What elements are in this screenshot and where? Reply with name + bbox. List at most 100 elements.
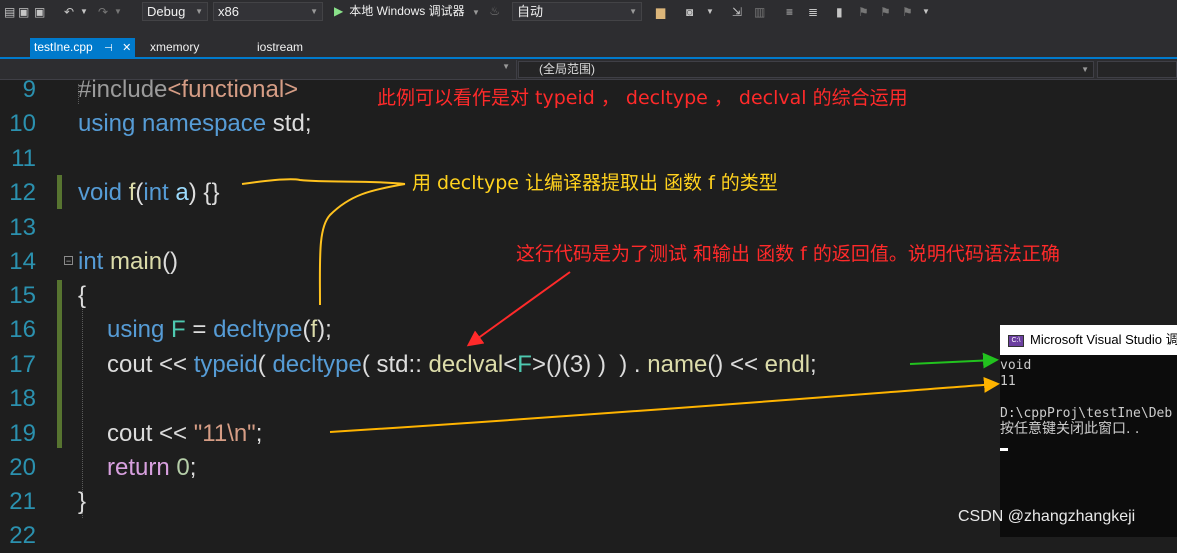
dropdown-icon[interactable]: ▼	[706, 3, 714, 21]
start-debugger-label: 本地 Windows 调试器	[349, 4, 465, 18]
code-line-21: }	[78, 485, 86, 519]
punct: ;	[255, 420, 263, 447]
line-number: 19	[9, 420, 36, 447]
chevron-down-icon[interactable]: ▼	[472, 8, 480, 17]
code-line-14: int main()	[78, 245, 178, 279]
include-target: <functional>	[167, 76, 299, 103]
configuration-dropdown[interactable]: Debug ▼	[142, 2, 208, 21]
keyword: int	[78, 248, 104, 275]
string-literal: "11\n"	[193, 420, 256, 447]
function-name: main	[110, 248, 163, 275]
undo-icon[interactable]: ↶	[64, 3, 74, 21]
line-number: 20	[9, 454, 36, 481]
flame-icon[interactable]: ♨	[489, 4, 500, 18]
tab-label: xmemory	[150, 40, 200, 54]
comment-icon[interactable]: ≡	[786, 3, 793, 21]
line-number: 18	[9, 385, 36, 412]
punct: =	[185, 316, 214, 343]
new-file-icon[interactable]: ▤	[4, 3, 15, 21]
keyword: int	[143, 179, 169, 206]
tab-testine-cpp[interactable]: testIne.cpp ⊣ ✕	[30, 38, 136, 57]
line-number: 15	[9, 282, 36, 309]
keyword: void	[78, 179, 123, 206]
watermark: CSDN @zhangzhangkeji	[958, 508, 1136, 525]
start-debugger-button[interactable]: ▶ 本地 Windows 调试器 ▼ ♨	[334, 2, 500, 21]
platform-dropdown[interactable]: x86 ▼	[213, 2, 323, 21]
line-number: 10	[9, 110, 36, 137]
redo-dropdown-icon[interactable]: ▼	[114, 3, 122, 21]
indent-icon[interactable]: ▥	[754, 3, 765, 21]
collapse-toggle[interactable]: −	[64, 256, 73, 266]
punct: ;	[189, 454, 197, 481]
tab-label: testIne.cpp	[34, 40, 93, 54]
chevron-down-icon: ▼	[629, 7, 637, 16]
directive: #include	[78, 76, 168, 103]
line-number: 13	[9, 214, 36, 241]
save-all-icon[interactable]: ▣	[34, 3, 45, 21]
member-dropdown[interactable]	[1097, 61, 1177, 78]
punct: ( std::	[361, 351, 429, 378]
code-line-15: {	[78, 279, 86, 313]
console-output-line: 按任意键关闭此窗口. .	[1000, 421, 1140, 437]
identifier: cout <<	[107, 351, 194, 378]
line-number: 16	[9, 316, 36, 343]
browser-icon[interactable]: ◙	[686, 3, 693, 21]
save-icon[interactable]: ▣	[18, 3, 29, 21]
folder-icon[interactable]: ▆	[656, 3, 665, 21]
chevron-down-icon: ▼	[310, 7, 318, 16]
line-number: 17	[9, 351, 36, 378]
annotation-decltype: 用 decltype 让编译器提取出 函数 f 的类型	[412, 172, 778, 194]
annotation-test: 这行代码是为了测试 和输出 函数 f 的返回值。说明代码语法正确	[516, 243, 1060, 265]
console-cursor	[1000, 448, 1008, 451]
undo-dropdown-icon[interactable]: ▼	[80, 3, 88, 21]
keyword: decltype	[213, 316, 303, 343]
prev-bookmark-icon[interactable]: ⚑	[858, 3, 869, 21]
function-name: declval	[428, 351, 504, 378]
clear-bookmarks-icon[interactable]: ⚑	[902, 3, 913, 21]
type-alias: F	[171, 316, 186, 343]
visual-studio-icon: C:\	[1008, 334, 1024, 347]
console-output-line: void	[1000, 358, 1032, 373]
punct: <	[503, 351, 518, 378]
punct: ()	[162, 248, 179, 275]
breakpoint-icon[interactable]: ⇲	[732, 3, 742, 21]
console-window[interactable]: C:\ Microsoft Visual Studio 调 void 11 D:\…	[1000, 325, 1177, 537]
line-number: 11	[11, 145, 36, 172]
change-indicator	[57, 175, 62, 209]
keyword: return	[107, 454, 170, 481]
punct: );	[317, 316, 332, 343]
solution-config-value: 自动	[517, 4, 544, 19]
uncomment-icon[interactable]: ≣	[808, 3, 818, 21]
line-number: 22	[9, 522, 36, 549]
play-icon: ▶	[334, 4, 344, 18]
line-number: 14	[9, 248, 36, 275]
bookmark-icon[interactable]: ▮	[836, 3, 843, 21]
annotation-top: 此例可以看作是对 typeid ， decltype ， declval 的综合…	[377, 87, 908, 109]
solution-config-dropdown[interactable]: 自动 ▼	[512, 2, 642, 21]
function-name: name	[647, 351, 708, 378]
line-number: 21	[9, 488, 36, 515]
scope-dropdown[interactable]: (全局范围) ▼	[518, 61, 1094, 78]
pin-icon[interactable]: ⊣	[104, 43, 113, 54]
tab-iostream[interactable]: iostream	[253, 38, 307, 57]
close-icon[interactable]: ✕	[122, 42, 131, 54]
parameter: a	[175, 179, 189, 206]
console-title: Microsoft Visual Studio 调	[1030, 332, 1177, 347]
platform-value: x86	[218, 4, 239, 19]
punct: ;	[810, 351, 817, 378]
toolbar-options-icon[interactable]: ▼	[922, 3, 930, 21]
tab-xmemory[interactable]: xmemory	[146, 38, 203, 57]
console-title-bar[interactable]: C:\ Microsoft Visual Studio 调	[1000, 325, 1177, 355]
toolbar: ▤ ▣ ▣ ↶ ▼ ↷ ▼ Debug ▼ x86 ▼ ▶ 本地 Windows …	[0, 0, 1177, 25]
indent-guide	[82, 288, 83, 518]
code-line-9: #include<functional>	[78, 73, 298, 107]
punct: >()(3) ) ) .	[531, 351, 648, 378]
function-name: endl	[764, 351, 811, 378]
next-bookmark-icon[interactable]: ⚑	[880, 3, 891, 21]
brace: }	[78, 488, 87, 515]
redo-icon[interactable]: ↷	[98, 3, 108, 21]
code-line-16: using F = decltype(f);	[107, 313, 332, 347]
tab-label: iostream	[257, 40, 304, 54]
keyword: using	[107, 316, 165, 343]
code-line-12: void f(int a) {}	[78, 176, 219, 210]
